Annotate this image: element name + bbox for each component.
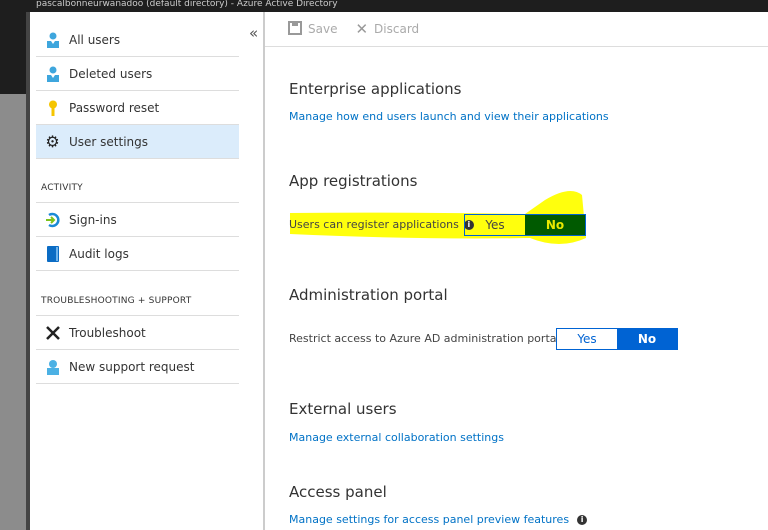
restrict-admin-portal-label: Restrict access to Azure AD administrati… <box>289 332 575 345</box>
book-icon <box>36 245 69 262</box>
sidebar-item-all-users[interactable]: All users <box>36 23 239 57</box>
key-icon <box>36 100 69 116</box>
external-collab-link[interactable]: Manage external collaboration settings <box>289 431 504 444</box>
sign-in-icon <box>36 212 69 228</box>
sidebar-item-troubleshoot[interactable]: Troubleshoot <box>36 316 239 350</box>
section-activity: ACTIVITY <box>41 183 83 193</box>
user-icon <box>36 32 69 48</box>
sidebar-item-audit-logs[interactable]: Audit logs <box>36 237 239 271</box>
sidebar-item-label: Deleted users <box>69 66 153 81</box>
sidebar-item-label: New support request <box>69 359 195 374</box>
sidebar-item-label: Audit logs <box>69 246 129 261</box>
sidebar-item-deleted-users[interactable]: Deleted users <box>36 57 239 91</box>
sidebar-item-label: Troubleshoot <box>69 325 146 340</box>
sidebar-item-label: All users <box>69 32 121 47</box>
no-option[interactable]: No <box>617 329 677 349</box>
users-can-register-label: Users can register applications i <box>289 218 474 231</box>
access-panel-heading: Access panel <box>289 483 387 501</box>
save-label: Save <box>308 22 338 36</box>
sidebar-item-new-support-request[interactable]: New support request <box>36 350 239 384</box>
save-button[interactable]: Save <box>288 20 338 38</box>
restrict-admin-portal-toggle: Yes No <box>556 328 678 350</box>
background-window <box>0 12 30 530</box>
enterprise-apps-link[interactable]: Manage how end users launch and view the… <box>289 110 609 123</box>
discard-label: Discard <box>374 22 420 36</box>
admin-portal-heading: Administration portal <box>289 286 448 304</box>
close-icon: ✕ <box>355 20 369 38</box>
no-option[interactable]: No <box>525 215 585 235</box>
users-can-register-toggle: Yes No <box>464 214 586 236</box>
sidebar-item-label: User settings <box>69 134 149 149</box>
collapse-sidebar-button[interactable]: « <box>249 24 258 42</box>
external-users-heading: External users <box>289 400 397 418</box>
sidebar-item-sign-ins[interactable]: Sign-ins <box>36 203 239 237</box>
sidebar-item-label: Sign-ins <box>69 212 117 227</box>
sidebar-item-label: Password reset <box>69 100 160 115</box>
access-panel-link[interactable]: Manage settings for access panel preview… <box>289 513 588 526</box>
enterprise-apps-heading: Enterprise applications <box>289 80 462 98</box>
gear-icon: ⚙ <box>45 132 60 151</box>
sidebar: « All users Deleted users Password reset… <box>30 12 263 530</box>
panel-divider <box>263 12 265 530</box>
save-icon <box>288 20 302 38</box>
user-icon <box>36 66 69 82</box>
wrench-icon <box>36 325 69 341</box>
info-icon[interactable]: i <box>577 514 588 525</box>
section-troubleshooting-support: TROUBLESHOOTING + SUPPORT <box>41 296 192 306</box>
discard-button[interactable]: ✕ Discard <box>355 20 419 38</box>
sidebar-item-password-reset[interactable]: Password reset <box>36 91 239 125</box>
window-title: pascalbonneurwanadoo (default directory)… <box>0 0 768 12</box>
app-registrations-heading: App registrations <box>289 172 418 190</box>
yes-option[interactable]: Yes <box>465 215 525 235</box>
sidebar-item-user-settings[interactable]: ⚙ User settings <box>36 125 239 159</box>
toolbar: Save ✕ Discard <box>265 12 768 47</box>
support-icon <box>36 359 69 375</box>
yes-option[interactable]: Yes <box>557 329 617 349</box>
